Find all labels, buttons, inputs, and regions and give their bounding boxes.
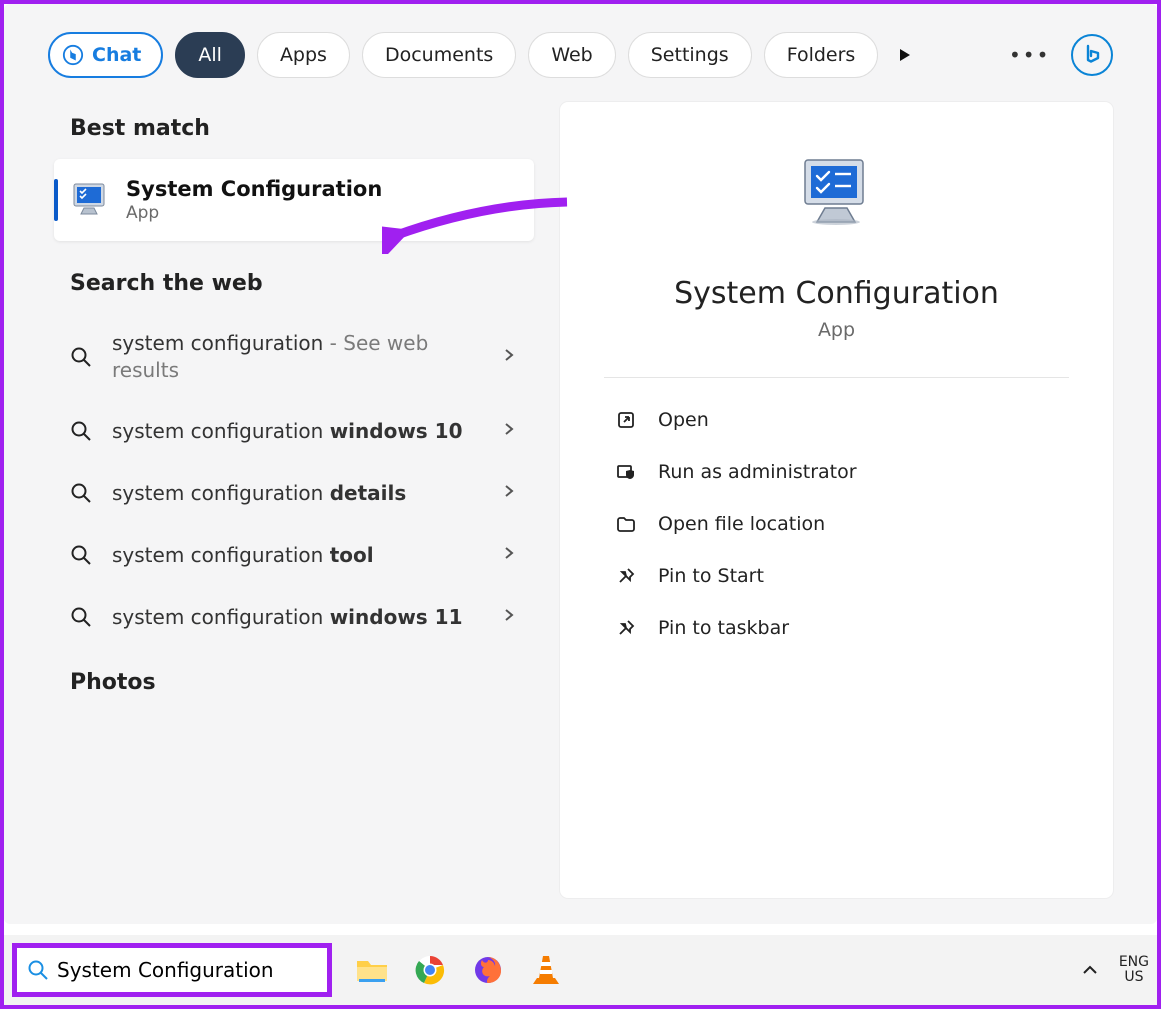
filter-settings[interactable]: Settings	[628, 32, 752, 78]
best-match-title: System Configuration	[126, 177, 382, 201]
action-open-label: Open	[658, 409, 709, 431]
more-options-button[interactable]: •••	[1009, 43, 1049, 67]
open-icon	[614, 408, 638, 432]
web-result[interactable]: system configuration windows 11	[54, 586, 534, 648]
pin-icon	[614, 564, 638, 588]
system-configuration-large-icon	[795, 152, 879, 236]
action-pin-taskbar-label: Pin to taskbar	[658, 617, 789, 639]
action-open-location-label: Open file location	[658, 513, 825, 535]
search-icon	[27, 959, 49, 981]
search-icon	[66, 540, 96, 570]
content-row: Best match System Configuration App Sear…	[4, 78, 1157, 898]
chevron-right-icon	[502, 422, 520, 440]
best-match-subtitle: App	[126, 203, 382, 223]
photos-heading: Photos	[70, 670, 534, 695]
search-icon	[66, 342, 96, 372]
chevron-right-icon	[502, 484, 520, 502]
web-result[interactable]: system configuration tool	[54, 524, 534, 586]
taskbar-search-input[interactable]	[57, 958, 317, 982]
web-result[interactable]: system configuration windows 10	[54, 400, 534, 462]
filter-apps[interactable]: Apps	[257, 32, 350, 78]
chrome-icon[interactable]	[412, 952, 448, 988]
language-indicator[interactable]: ENG US	[1119, 955, 1149, 986]
system-configuration-icon	[68, 178, 112, 222]
filter-folders[interactable]: Folders	[764, 32, 879, 78]
bing-chat-button[interactable]	[1071, 34, 1113, 76]
web-result[interactable]: system configuration - See web results	[54, 314, 534, 400]
web-result-text: system configuration details	[112, 480, 486, 507]
filter-overflow-arrow[interactable]	[896, 46, 914, 64]
action-run-admin[interactable]: Run as administrator	[604, 446, 1069, 498]
filter-all[interactable]: All	[175, 32, 245, 78]
bing-icon	[62, 44, 84, 66]
action-pin-start-label: Pin to Start	[658, 565, 764, 587]
action-run-admin-label: Run as administrator	[658, 461, 857, 483]
filter-chat[interactable]: Chat	[48, 32, 163, 78]
action-pin-taskbar[interactable]: Pin to taskbar	[604, 602, 1069, 654]
detail-panel: System Configuration App Open Run as adm…	[560, 102, 1113, 898]
taskbar: ENG US	[4, 935, 1157, 1005]
pin-icon	[614, 616, 638, 640]
detail-divider	[604, 377, 1069, 378]
action-open[interactable]: Open	[604, 394, 1069, 446]
filter-row: Chat All Apps Documents Web Settings Fol…	[4, 4, 1157, 78]
filter-chat-label: Chat	[92, 44, 141, 66]
tray-chevron-up-icon[interactable]	[1081, 961, 1099, 979]
search-web-heading: Search the web	[70, 271, 534, 296]
detail-title: System Configuration	[674, 276, 999, 311]
taskbar-search-box[interactable]	[12, 943, 332, 997]
best-match-heading: Best match	[70, 116, 534, 141]
best-match-result[interactable]: System Configuration App	[54, 159, 534, 241]
web-result-text: system configuration - See web results	[112, 330, 486, 384]
firefox-icon[interactable]	[470, 952, 506, 988]
web-result-text: system configuration tool	[112, 542, 486, 569]
web-result-text: system configuration windows 11	[112, 604, 486, 631]
chevron-right-icon	[502, 546, 520, 564]
vlc-icon[interactable]	[528, 952, 564, 988]
admin-shield-icon	[614, 460, 638, 484]
search-flyout: Chat All Apps Documents Web Settings Fol…	[4, 4, 1157, 924]
file-explorer-icon[interactable]	[354, 952, 390, 988]
detail-actions: Open Run as administrator Open file loca…	[604, 394, 1069, 654]
web-result-text: system configuration windows 10	[112, 418, 486, 445]
web-results-list: system configuration - See web results s…	[54, 314, 534, 648]
filter-web[interactable]: Web	[528, 32, 615, 78]
detail-subtitle: App	[818, 319, 855, 341]
chevron-right-icon	[502, 348, 520, 366]
action-open-location[interactable]: Open file location	[604, 498, 1069, 550]
search-icon	[66, 416, 96, 446]
folder-icon	[614, 512, 638, 536]
results-column: Best match System Configuration App Sear…	[54, 102, 534, 898]
filter-documents[interactable]: Documents	[362, 32, 516, 78]
chevron-right-icon	[502, 608, 520, 626]
search-icon	[66, 602, 96, 632]
search-icon	[66, 478, 96, 508]
web-result[interactable]: system configuration details	[54, 462, 534, 524]
system-tray: ENG US	[1081, 955, 1149, 986]
action-pin-start[interactable]: Pin to Start	[604, 550, 1069, 602]
